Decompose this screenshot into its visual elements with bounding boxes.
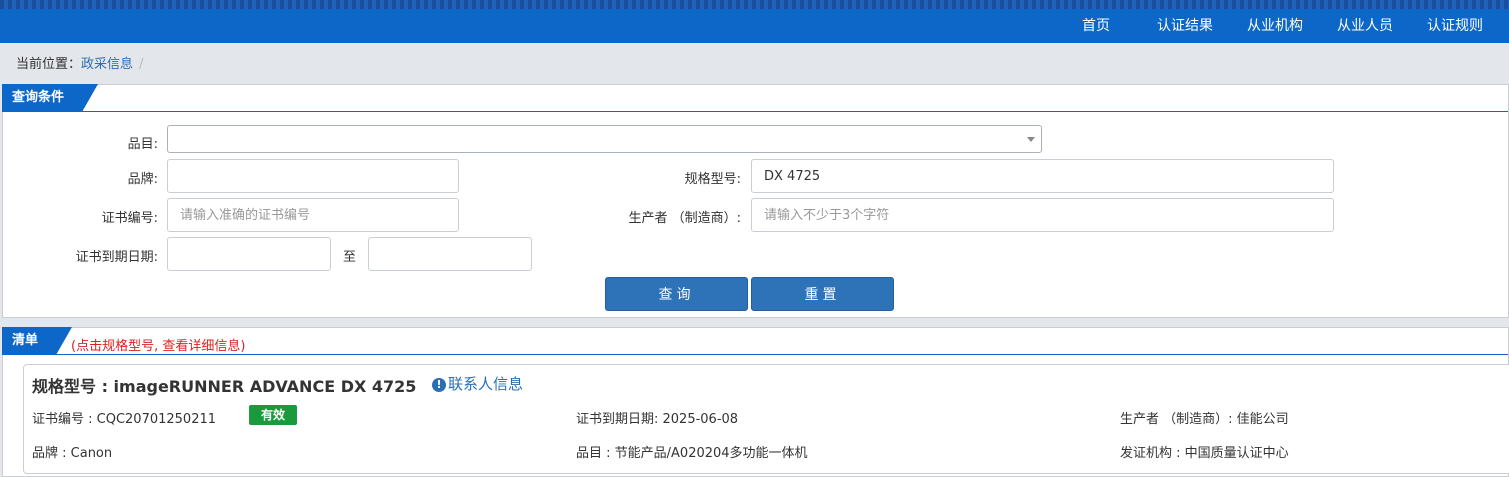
contact-info-link[interactable]: ! 联系人信息	[432, 373, 523, 394]
expiry-label: 证书到期日期:	[75, 250, 158, 265]
result-expiry: 证书到期日期: 2025-06-08	[576, 412, 739, 427]
search-button[interactable]: 查询	[605, 277, 748, 311]
result-model-title[interactable]: 规格型号 : imageRUNNER ADVANCE DX 4725	[32, 373, 416, 397]
query-panel: 查询条件 品目: 品牌: 规格型号: 证书编号: 生产者 （制造商）: 证书到期…	[2, 84, 1509, 318]
category-select[interactable]	[167, 125, 1042, 153]
top-decor-strip	[0, 0, 1509, 9]
cert-no-label: 证书编号:	[101, 211, 158, 226]
result-panel-tag: 清单	[2, 327, 72, 355]
status-badge: 有效	[249, 405, 297, 425]
result-brand: 品牌 : Canon	[32, 446, 113, 461]
cert-no-input[interactable]	[167, 198, 459, 232]
reset-button[interactable]: 重置	[751, 277, 894, 311]
query-panel-rule	[3, 111, 1508, 112]
nav-item-personnel[interactable]: 从业人员	[1337, 9, 1393, 43]
contact-info-label: 联系人信息	[448, 375, 524, 393]
expiry-to-label: 至	[343, 250, 357, 265]
nav-item-cert-results[interactable]: 认证结果	[1157, 9, 1213, 43]
result-card: 规格型号 : imageRUNNER ADVANCE DX 4725 ! 联系人信…	[23, 364, 1509, 474]
nav-item-cert-rules[interactable]: 认证规则	[1427, 9, 1483, 43]
maker-label: 生产者 （制造商）:	[628, 211, 741, 226]
maker-input[interactable]	[751, 198, 1334, 232]
result-hint: (点击规格型号, 查看详细信息)	[71, 339, 246, 354]
result-issuer: 发证机构 : 中国质量认证中心	[1120, 446, 1289, 461]
result-cert-no: 证书编号 : CQC20701250211	[32, 412, 217, 427]
brand-input[interactable]	[167, 159, 459, 193]
result-maker: 生产者 （制造商）: 佳能公司	[1120, 412, 1289, 427]
breadcrumb-separator: /	[139, 57, 144, 72]
result-panel-rule	[3, 354, 1508, 355]
model-label: 规格型号:	[684, 172, 741, 187]
expiry-from-input[interactable]	[167, 237, 331, 271]
nav-item-institutions[interactable]: 从业机构	[1247, 9, 1303, 43]
result-list-panel: 清单 (点击规格型号, 查看详细信息) 规格型号 : imageRUNNER A…	[2, 327, 1509, 477]
model-input[interactable]	[751, 159, 1334, 193]
expiry-to-input[interactable]	[368, 237, 532, 271]
top-navbar: 首页 认证结果 从业机构 从业人员 认证规则	[0, 9, 1509, 43]
query-panel-tag: 查询条件	[2, 84, 98, 112]
brand-label: 品牌:	[127, 172, 158, 187]
info-circle-icon: !	[432, 378, 446, 392]
chevron-down-icon	[1027, 137, 1035, 142]
category-label: 品目:	[127, 137, 158, 152]
nav-item-home[interactable]: 首页	[1082, 9, 1110, 43]
breadcrumb: 当前位置：政采信息 /	[16, 53, 143, 72]
breadcrumb-current[interactable]: 政采信息	[81, 57, 133, 72]
result-category: 品目 : 节能产品/A020204多功能一体机	[576, 446, 808, 461]
breadcrumb-prefix: 当前位置：	[16, 57, 82, 72]
